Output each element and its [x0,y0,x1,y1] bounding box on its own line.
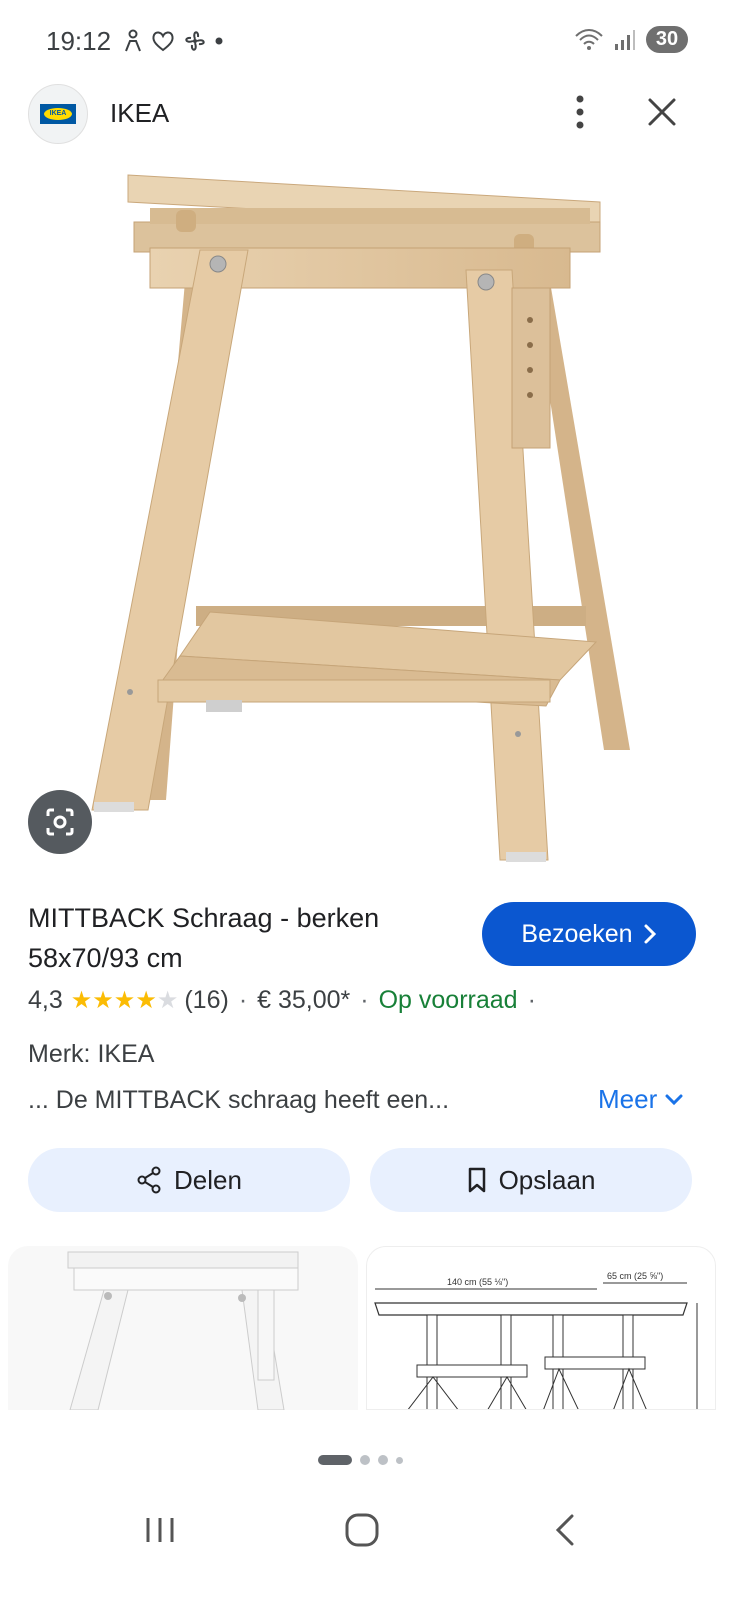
trestle-illustration [91,174,630,862]
chevron-down-icon [665,1094,683,1105]
system-navigation-bar [0,1490,738,1600]
ikea-logo-text: IKEA [44,108,72,120]
wifi-icon [575,28,603,50]
status-time: 19:12 [46,26,112,56]
recent-apps-button[interactable] [140,1510,180,1550]
ikea-logo: IKEA [28,84,88,144]
review-count[interactable]: (16) [184,986,228,1015]
save-button[interactable]: Opslaan [370,1148,692,1212]
price: € 35,00* [257,986,351,1014]
separator: · [527,986,536,1014]
visit-button[interactable]: Bezoeken [482,902,696,966]
lens-icon [46,808,74,836]
back-icon [555,1514,574,1546]
more-vert-icon [576,95,584,129]
rating-stars: ★ ★ ★ ★ ★ [71,986,179,1015]
product-meta: 4,3 ★ ★ ★ ★ ★ (16) · € 35,00* · Op voorr… [28,986,546,1015]
share-button[interactable]: Delen [28,1148,350,1212]
visit-button-label: Bezoeken [521,919,633,948]
product-image[interactable] [0,160,738,885]
bookmark-icon [468,1167,485,1193]
google-lens-button[interactable] [28,790,92,854]
page: 19:12 30 IKEA IKEA MITTBACK Schraag - be… [0,0,738,1600]
site-header: IKEA IKEA [0,80,738,160]
chevron-right-icon [644,924,656,944]
notification-icons [122,28,224,54]
thumbnail-white-trestle[interactable] [8,1246,358,1410]
save-label: Opslaan [498,1164,596,1195]
system-icons: 30 [574,26,688,53]
rating-value: 4,3 [28,986,63,1014]
back-button[interactable] [546,1510,586,1550]
thumbnail-dimensions-diagram[interactable]: 140 cm (55 ⅛") 65 cm (25 ⅝") [366,1246,716,1410]
more-button[interactable]: Meer [598,1084,683,1115]
carousel-dot [360,1455,370,1465]
carousel-dot [378,1455,388,1465]
star-empty-icon: ★ [156,987,179,1014]
home-icon [345,1513,379,1547]
heart-hands-notification-icon [152,31,174,52]
signal-icon [615,29,635,50]
diagram-label-depth: 65 cm (25 ⅝") [607,1271,663,1281]
carousel-dot [396,1456,403,1464]
battery-indicator: 30 [646,26,688,53]
share-label: Delen [174,1164,242,1195]
ikea-logo-mark: IKEA [40,104,76,124]
dot-notification-icon [215,37,223,45]
product-description: ... De MITTBACK schraag heeft een... [28,1086,450,1114]
more-label: Meer [598,1084,658,1114]
home-button[interactable] [340,1508,384,1552]
carousel-indicator [318,1455,403,1465]
dimensions-diagram-image: 140 cm (55 ⅛") 65 cm (25 ⅝") [374,1271,698,1409]
brand: Merk: IKEA [28,1040,155,1068]
separator: · [238,986,248,1014]
carousel-dot-active [318,1455,352,1465]
status-bar: 19:12 30 [0,0,738,80]
star-icon: ★ [92,987,114,1014]
close-button[interactable] [640,90,684,134]
stock-status: Op voorraad [378,986,518,1014]
share-icon [137,1166,161,1194]
star-icon: ★ [113,987,136,1014]
figure-notification-icon [125,29,141,52]
close-icon [648,98,676,126]
fan-notification-icon [185,31,205,51]
more-options-button[interactable] [560,90,600,134]
white-trestle-image [67,1251,299,1410]
diagram-label-width: 140 cm (55 ⅛") [447,1277,508,1287]
product-title: MITTBACK Schraag - berken 58x70/93 cm [28,903,380,973]
site-title: IKEA [110,98,170,128]
star-icon: ★ [70,987,93,1014]
star-icon: ★ [135,987,157,1014]
separator: · [360,986,369,1014]
recent-apps-icon [146,1518,174,1542]
